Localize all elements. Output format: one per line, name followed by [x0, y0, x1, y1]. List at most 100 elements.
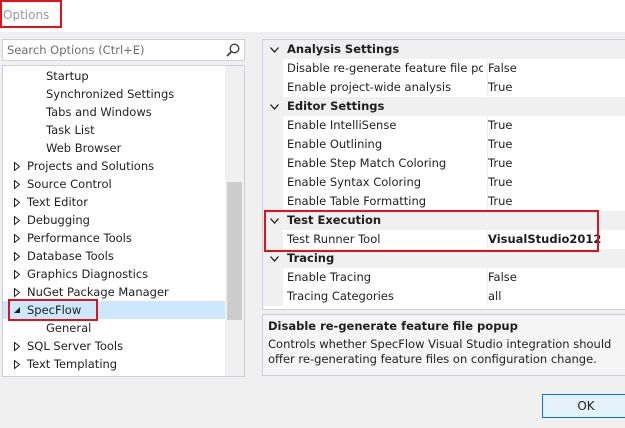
row-margin — [263, 268, 283, 287]
tree-item[interactable]: Graphics Diagnostics — [3, 265, 225, 283]
tree-item[interactable]: NuGet Package Manager — [3, 283, 225, 301]
description-title: Disable re-generate feature file popup — [268, 319, 518, 333]
property-value[interactable]: True — [487, 116, 512, 135]
property-row[interactable]: Tracing Categories all — [263, 287, 625, 306]
property-name: Enable Syntax Coloring — [287, 175, 422, 189]
category-label: Tracing — [287, 251, 335, 265]
search-box[interactable] — [2, 39, 245, 61]
tree-item-label: Task List — [46, 123, 95, 137]
property-row[interactable]: Enable IntelliSense True — [263, 116, 625, 135]
tree-item[interactable]: Database Tools — [3, 247, 225, 265]
tree-item[interactable]: Task List — [3, 121, 225, 139]
property-category[interactable]: Analysis Settings — [263, 40, 625, 59]
tree-item[interactable]: Synchronized Settings — [3, 85, 225, 103]
tree-item-label: Web Browser — [46, 141, 122, 155]
tree-item[interactable]: SpecFlow — [3, 301, 225, 319]
property-name: Enable IntelliSense — [287, 118, 397, 132]
row-margin — [263, 154, 283, 173]
property-category[interactable]: Test Execution — [263, 211, 625, 230]
tree-item-label: Text Templating — [27, 357, 118, 371]
collapsed-triangle-icon[interactable] — [12, 373, 22, 376]
tree-item[interactable]: Source Control — [3, 175, 225, 193]
row-margin — [263, 59, 283, 78]
collapsed-triangle-icon[interactable] — [12, 337, 22, 355]
search-icon[interactable] — [225, 42, 241, 58]
tree-item[interactable]: General — [3, 319, 225, 337]
collapsed-triangle-icon[interactable] — [12, 211, 22, 229]
collapsed-triangle-icon[interactable] — [12, 355, 22, 373]
collapsed-triangle-icon[interactable] — [12, 175, 22, 193]
options-tree[interactable]: Startup Synchronized Settings Tabs and Win… — [2, 65, 245, 377]
tree-item[interactable]: Startup — [3, 67, 225, 85]
tree-item-label: Database Tools — [27, 249, 114, 263]
property-row[interactable]: Enable Table Formatting True — [263, 192, 625, 211]
property-name: Enable Step Match Coloring — [287, 156, 447, 170]
collapsed-triangle-icon[interactable] — [12, 265, 22, 283]
tree-item[interactable]: Performance Tools — [3, 229, 225, 247]
tree-item-label: Web Forms Designer — [27, 373, 146, 376]
property-row[interactable]: Test Runner Tool VisualStudio2012 — [263, 230, 625, 249]
property-name: Disable re-generate feature file popup — [287, 61, 483, 75]
property-row[interactable]: Enable Step Match Coloring True — [263, 154, 625, 173]
row-margin — [263, 173, 283, 192]
collapsed-triangle-icon[interactable] — [12, 229, 22, 247]
tree-item[interactable]: Projects and Solutions — [3, 157, 225, 175]
property-row[interactable]: Disable re-generate feature file popup Fa… — [263, 59, 625, 78]
property-grid[interactable]: Analysis Settings Disable re-generate fea… — [262, 39, 625, 310]
category-label: Test Execution — [287, 213, 382, 227]
collapsed-triangle-icon[interactable] — [12, 157, 22, 175]
search-input[interactable] — [3, 40, 223, 60]
property-name: Enable Tracing — [287, 270, 372, 284]
collapse-chevron-icon[interactable] — [269, 40, 279, 59]
property-value[interactable]: True — [487, 192, 512, 211]
property-value[interactable]: VisualStudio2012 — [487, 230, 601, 249]
collapsed-triangle-icon[interactable] — [12, 193, 22, 211]
collapse-chevron-icon[interactable] — [269, 97, 279, 116]
property-row[interactable]: Enable Outlining True — [263, 135, 625, 154]
tree-item-label: Tabs and Windows — [46, 105, 152, 119]
property-value[interactable]: False — [487, 59, 517, 78]
tree-item[interactable]: Web Browser — [3, 139, 225, 157]
property-name: Enable project-wide analysis — [287, 80, 452, 94]
property-value[interactable]: all — [487, 287, 501, 306]
category-label: Analysis Settings — [287, 42, 400, 56]
property-row[interactable]: Enable Tracing False — [263, 268, 625, 287]
collapsed-triangle-icon[interactable] — [12, 283, 22, 301]
description-panel: Disable re-generate feature file popup C… — [262, 314, 625, 376]
tree-item[interactable]: Tabs and Windows — [3, 103, 225, 121]
property-category[interactable]: Editor Settings — [263, 97, 625, 116]
tree-item-label: Source Control — [27, 177, 112, 191]
collapsed-triangle-icon[interactable] — [12, 247, 22, 265]
collapse-chevron-icon[interactable] — [269, 211, 279, 230]
tree-scrollbar[interactable] — [225, 66, 244, 376]
property-value[interactable]: True — [487, 78, 512, 97]
tree-item[interactable]: Text Editor — [3, 193, 225, 211]
collapse-chevron-icon[interactable] — [269, 249, 279, 268]
property-name: Enable Table Formatting — [287, 194, 427, 208]
property-value[interactable]: False — [487, 268, 517, 287]
property-value[interactable]: True — [487, 135, 512, 154]
ok-button[interactable]: OK — [542, 394, 625, 418]
tree-item[interactable]: Text Templating — [3, 355, 225, 373]
row-margin — [263, 116, 283, 135]
property-name: Enable Outlining — [287, 137, 383, 151]
row-margin — [263, 78, 283, 97]
title-bar: Options — [0, 0, 625, 32]
property-row[interactable]: Enable Syntax Coloring True — [263, 173, 625, 192]
tree-item[interactable]: Debugging — [3, 211, 225, 229]
property-value[interactable]: True — [487, 154, 512, 173]
tree-item-label: Startup — [46, 69, 89, 83]
property-category[interactable]: Tracing — [263, 249, 625, 268]
tree-item-label: General — [46, 321, 92, 335]
tree-item-label: Projects and Solutions — [27, 159, 155, 173]
tree-scrollbar-thumb[interactable] — [227, 182, 242, 320]
tree-item-label: Performance Tools — [27, 231, 132, 245]
property-value[interactable]: True — [487, 173, 512, 192]
property-name: Tracing Categories — [287, 289, 394, 303]
tree-item[interactable]: SQL Server Tools — [3, 337, 225, 355]
tree-item[interactable]: Web Forms Designer — [3, 373, 225, 376]
expanded-triangle-icon[interactable] — [12, 301, 22, 319]
property-row[interactable]: Enable project-wide analysis True — [263, 78, 625, 97]
row-margin — [263, 135, 283, 154]
window-title: Options — [3, 8, 50, 22]
